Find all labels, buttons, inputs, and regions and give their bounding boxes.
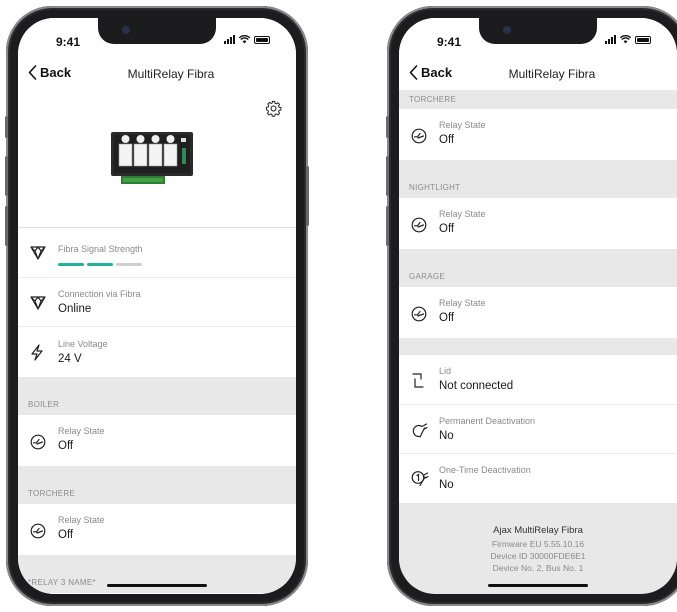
relay-state-row-torchere[interactable]: Relay State Off: [399, 109, 677, 160]
lid-row[interactable]: Lid Not connected: [399, 355, 677, 405]
gauge-icon: [30, 523, 46, 539]
relay-state-value: Off: [439, 312, 455, 324]
wifi-icon: [620, 35, 631, 44]
permanent-deactivation-label: Permanent Deactivation: [439, 416, 536, 426]
section-header-torchere: TORCHERE: [399, 90, 677, 109]
device-info-footer: Ajax MultiRelay Fibra Firmware EU 5.55.1…: [399, 503, 677, 573]
device-name: Ajax MultiRelay Fibra: [493, 525, 583, 536]
section-header-garage: GARAGE: [399, 249, 677, 287]
deactivation-icon: [412, 423, 428, 438]
section-header-relay3: *RELAY 3 NAME*: [18, 555, 296, 593]
nav-bar: Back MultiRelay Fibra: [18, 58, 296, 90]
gauge-icon: [411, 128, 427, 144]
section-label: TORCHERE: [28, 489, 76, 498]
connection-row[interactable]: Connection via Fibra Online: [18, 278, 296, 327]
battery-icon: [635, 35, 651, 44]
permanent-deactivation-value: No: [439, 430, 454, 442]
relay-state-row-nightlight[interactable]: Relay State Off: [399, 198, 677, 249]
line-voltage-row[interactable]: Line Voltage 24 V: [18, 327, 296, 377]
section-header-torchere: TORCHERE: [18, 466, 296, 504]
relay-state-label: Relay State: [439, 298, 486, 308]
firmware-version: Firmware EU 5.55.10.16: [491, 539, 585, 549]
connection-label: Connection via Fibra: [58, 289, 141, 299]
home-indicator[interactable]: [488, 584, 588, 587]
relay-state-value: Off: [439, 134, 455, 146]
device-bus-number: Device No. 2, Bus No. 1: [492, 563, 584, 573]
signal-strength-row[interactable]: Fibra Signal Strength: [18, 228, 296, 278]
gear-icon[interactable]: [265, 100, 282, 117]
diamond-signal-icon: [30, 246, 46, 260]
wifi-icon: [239, 35, 250, 44]
status-time: 9:41: [437, 35, 462, 49]
section-header-boiler: BOILER: [18, 377, 296, 415]
status-time: 9:41: [56, 35, 81, 49]
section-label: *RELAY 3 NAME*: [28, 578, 96, 587]
page-title: MultiRelay Fibra: [508, 67, 596, 81]
page-title: MultiRelay Fibra: [127, 67, 215, 81]
nav-bar: Back MultiRelay Fibra: [399, 58, 677, 90]
connection-value: Online: [58, 303, 92, 315]
signal-bar-3: [116, 263, 142, 266]
relay-state-value: Off: [58, 440, 74, 452]
device-hero: [18, 90, 296, 228]
one-time-deactivation-icon: [411, 471, 429, 487]
phone-right: 9:41 Back MultiRelay Fibra TORCHERE Rela…: [386, 6, 677, 606]
permanent-deactivation-row[interactable]: Permanent Deactivation No: [399, 405, 677, 454]
phone-left: 9:41 Back MultiRelay Fibra Fibra Signal …: [5, 6, 309, 606]
one-time-deactivation-value: No: [439, 479, 454, 491]
line-voltage-value: 24 V: [58, 353, 82, 365]
lid-value: Not connected: [439, 380, 514, 392]
relay-state-label: Relay State: [58, 426, 105, 436]
section-label: GARAGE: [409, 272, 446, 281]
signal-strength-bars: [58, 263, 142, 266]
notch: [98, 18, 216, 44]
signal-strength-label: Fibra Signal Strength: [58, 244, 143, 254]
lid-icon: [412, 373, 424, 388]
signal-bar-1: [58, 263, 84, 266]
gauge-icon: [411, 217, 427, 233]
section-label: TORCHERE: [409, 95, 457, 104]
battery-icon: [254, 35, 270, 44]
relay-state-row-boiler[interactable]: Relay State Off: [18, 415, 296, 466]
relay-state-row-torchere[interactable]: Relay State Off: [18, 504, 296, 555]
screen-right: 9:41 Back MultiRelay Fibra TORCHERE Rela…: [399, 18, 677, 594]
cellular-signal-icon: [605, 35, 616, 44]
relay-state-label: Relay State: [439, 120, 486, 130]
section-header-nightlight: NIGHTLIGHT: [399, 160, 677, 198]
gauge-icon: [411, 306, 427, 322]
diamond-signal-icon: [30, 296, 46, 310]
device-id: Device ID 30000FDE6E1: [490, 551, 586, 561]
relay-state-value: Off: [58, 529, 74, 541]
section-label: NIGHTLIGHT: [409, 183, 461, 192]
cellular-signal-icon: [224, 35, 235, 44]
one-time-deactivation-row[interactable]: One-Time Deactivation No: [399, 454, 677, 503]
line-voltage-label: Line Voltage: [58, 339, 108, 349]
relay-state-value: Off: [439, 223, 455, 235]
notch: [479, 18, 597, 44]
screen-left: 9:41 Back MultiRelay Fibra Fibra Signal …: [18, 18, 296, 594]
home-indicator[interactable]: [107, 584, 207, 587]
relay-state-label: Relay State: [439, 209, 486, 219]
multirelay-device-image: [111, 132, 193, 184]
section-label: BOILER: [28, 400, 60, 409]
lightning-icon: [31, 344, 43, 361]
one-time-deactivation-label: One-Time Deactivation: [439, 465, 531, 475]
gauge-icon: [30, 434, 46, 450]
relay-state-row-garage[interactable]: Relay State Off: [399, 287, 677, 338]
relay-state-label: Relay State: [58, 515, 105, 525]
section-spacer: [399, 338, 677, 355]
lid-label: Lid: [439, 366, 452, 376]
signal-bar-2: [87, 263, 113, 266]
relay-state-row-relay3[interactable]: [18, 593, 296, 594]
